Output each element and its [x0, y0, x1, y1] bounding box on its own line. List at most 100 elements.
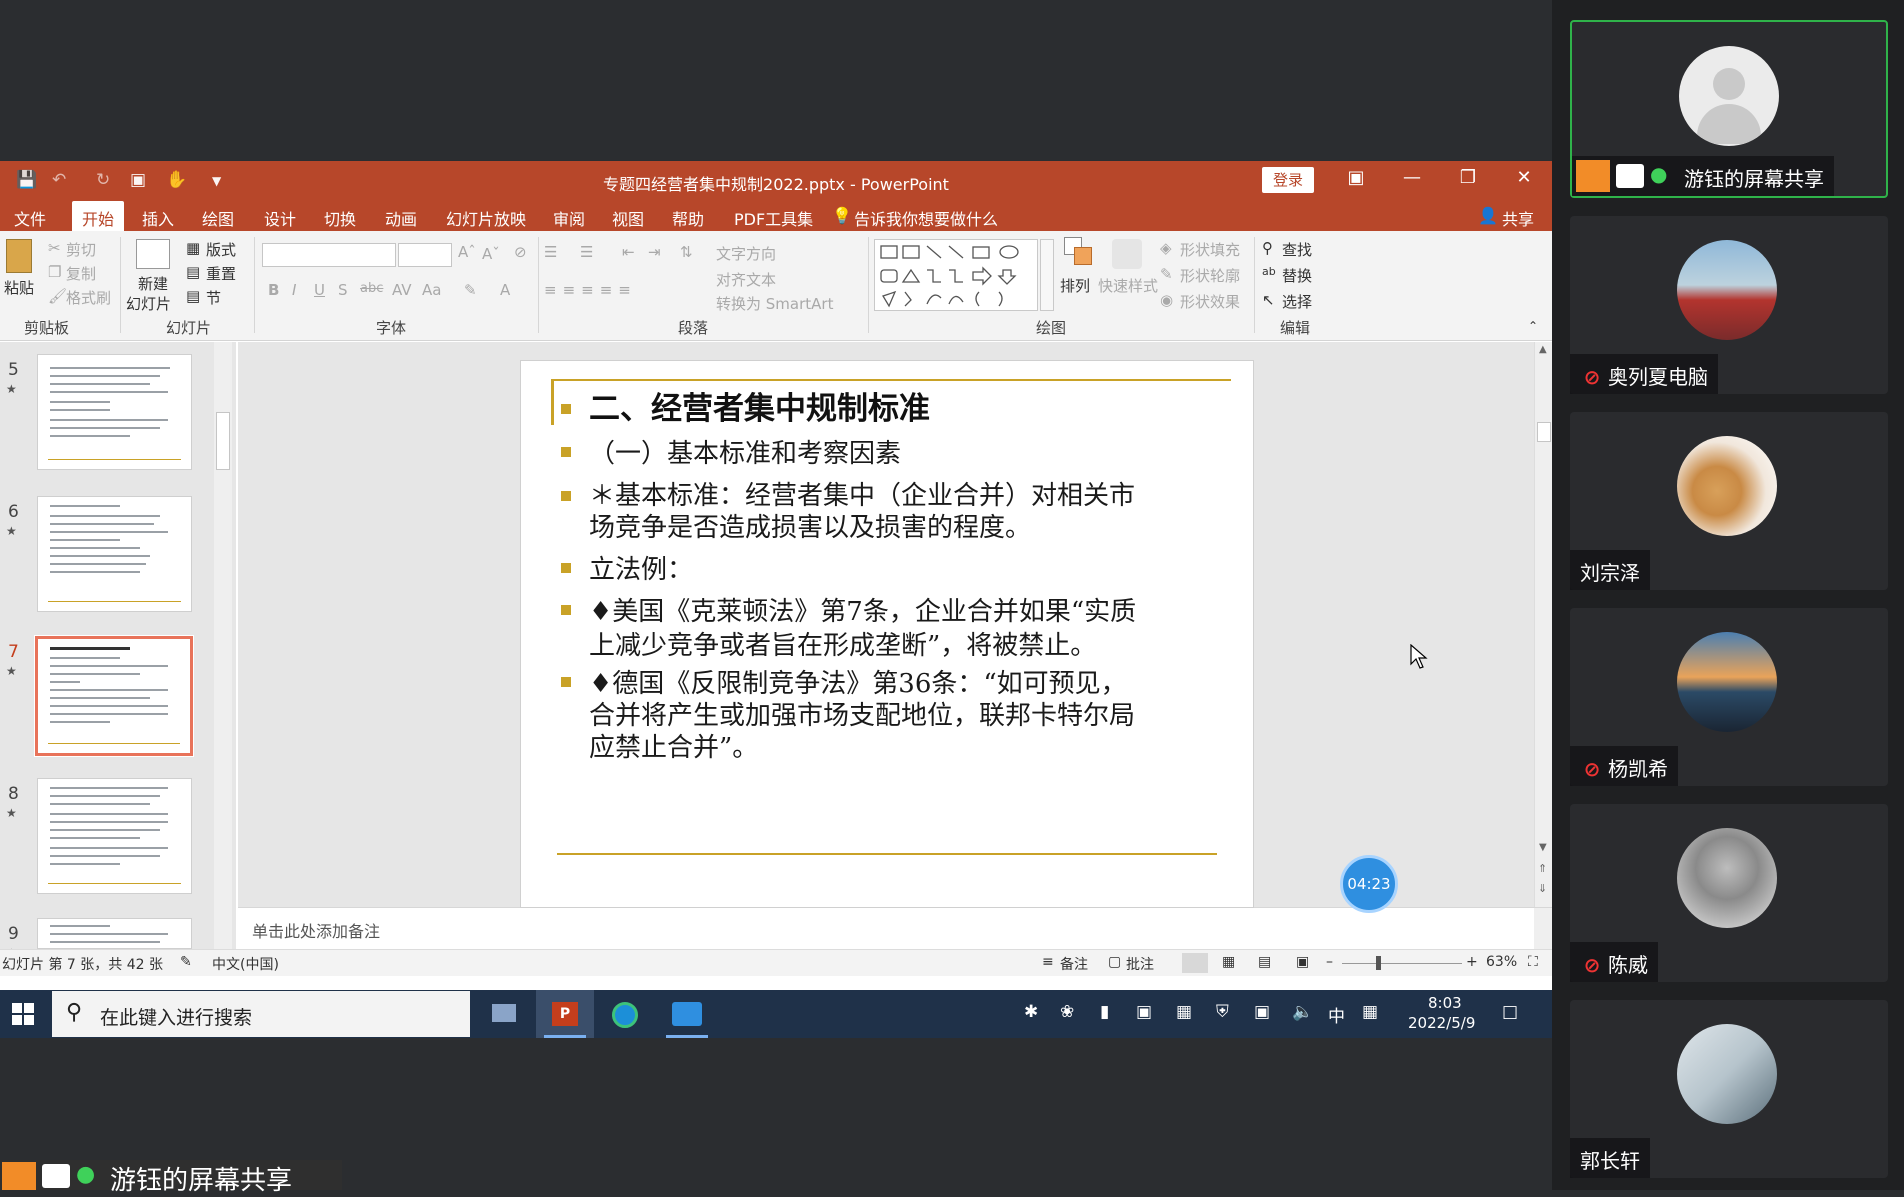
- volume-icon[interactable]: 🔈: [1292, 1002, 1313, 1022]
- scroll-down-icon[interactable]: ▼: [1539, 842, 1547, 853]
- slide-thumbnail-8[interactable]: [37, 778, 192, 894]
- change-case-icon[interactable]: Aa: [422, 281, 441, 299]
- sync-tray-icon[interactable]: ▦: [1176, 1002, 1192, 1022]
- smartart-button[interactable]: 转换为 SmartArt: [716, 293, 833, 314]
- ime-mode-icon[interactable]: ▦: [1362, 1002, 1378, 1022]
- slide-thumbnail-9[interactable]: [37, 918, 192, 949]
- network-icon[interactable]: ▣: [1254, 1002, 1270, 1022]
- taskbar-search[interactable]: ⚲ 在此键入进行搜索: [52, 991, 470, 1037]
- shape-outline-icon[interactable]: ✎: [1160, 265, 1173, 283]
- ribbon-display-icon[interactable]: ▣: [1336, 167, 1376, 188]
- shadow-button[interactable]: S: [338, 281, 348, 299]
- reading-view-icon[interactable]: ▤: [1258, 954, 1271, 970]
- ime-indicator[interactable]: 中: [1328, 1002, 1345, 1027]
- participant-tile[interactable]: 郭长轩: [1570, 1000, 1888, 1178]
- prev-slide-icon[interactable]: ⇑: [1538, 862, 1547, 875]
- comments-button[interactable]: 批注: [1126, 954, 1154, 974]
- line-spacing-icon[interactable]: ⇅: [680, 243, 693, 261]
- reset-button[interactable]: 重置: [206, 263, 236, 284]
- login-button[interactable]: 登录: [1262, 167, 1314, 193]
- arrange-icon[interactable]: [1064, 237, 1094, 267]
- bluetooth-icon[interactable]: ✱: [1024, 1002, 1038, 1022]
- zoom-slider-handle[interactable]: [1376, 956, 1381, 970]
- notification-icon[interactable]: □: [1502, 1002, 1518, 1022]
- increase-indent-icon[interactable]: ⇥: [648, 243, 661, 261]
- close-icon[interactable]: ✕: [1504, 167, 1544, 188]
- tab-help[interactable]: 帮助: [672, 206, 704, 230]
- tab-animations[interactable]: 动画: [385, 206, 417, 230]
- shapes-gallery-scroll[interactable]: [1040, 239, 1054, 311]
- notes-pane[interactable]: 单击此处添加备注: [238, 907, 1552, 950]
- tell-me-search[interactable]: 告诉我你想要做什么: [854, 206, 998, 230]
- tab-home[interactable]: 开始: [72, 201, 125, 231]
- fit-slide-icon[interactable]: ⛶: [1528, 954, 1538, 970]
- numbering-icon[interactable]: ☰: [580, 243, 593, 261]
- normal-view-icon[interactable]: [1182, 953, 1208, 973]
- new-slide-button-2[interactable]: 幻灯片: [126, 293, 171, 314]
- next-slide-icon[interactable]: ⇓: [1538, 882, 1547, 895]
- section-button[interactable]: 节: [206, 287, 221, 308]
- slide-thumbnail-7-selected[interactable]: [34, 635, 194, 757]
- new-slide-icon[interactable]: [136, 239, 170, 269]
- share-button[interactable]: 共享: [1502, 206, 1534, 230]
- underline-button[interactable]: U: [314, 281, 325, 299]
- windows-start-icon[interactable]: [12, 1003, 34, 1025]
- zoom-out-icon[interactable]: –: [1326, 954, 1333, 970]
- participant-tile[interactable]: ⊘ 奥列夏电脑: [1570, 216, 1888, 394]
- zoom-level[interactable]: 63%: [1486, 954, 1517, 970]
- security-shield-icon[interactable]: ⛨: [1216, 1002, 1229, 1022]
- tab-design[interactable]: 设计: [264, 206, 296, 230]
- participant-tile[interactable]: 刘宗泽: [1570, 412, 1888, 590]
- slide-thumbnail-6[interactable]: [37, 496, 192, 612]
- slideshow-icon[interactable]: ▣: [1296, 954, 1309, 970]
- language-indicator[interactable]: 中文(中国): [212, 954, 279, 974]
- participant-tile[interactable]: ⊘ 杨凯希: [1570, 608, 1888, 786]
- replace-icon[interactable]: ab: [1262, 265, 1276, 278]
- restore-icon[interactable]: ❐: [1448, 167, 1488, 188]
- slide-scrollbar[interactable]: ▲ ▼ ⇑ ⇓: [1534, 342, 1552, 907]
- layout-icon[interactable]: ▦: [186, 239, 200, 257]
- tab-file[interactable]: 文件: [14, 206, 46, 230]
- quick-styles-icon[interactable]: [1112, 239, 1142, 269]
- shapes-gallery[interactable]: [874, 239, 1038, 311]
- clock-time[interactable]: 8:03: [1428, 994, 1462, 1012]
- meeting-app-icon[interactable]: [658, 990, 716, 1038]
- scroll-up-icon[interactable]: ▲: [1539, 344, 1547, 355]
- char-spacing-icon[interactable]: AV: [392, 281, 412, 299]
- zoom-slider[interactable]: [1342, 963, 1462, 964]
- thumbnails-scrollbar[interactable]: [214, 342, 232, 949]
- font-size-input[interactable]: [398, 243, 452, 267]
- align-text-button[interactable]: 对齐文本: [716, 269, 776, 290]
- minimize-icon[interactable]: —: [1392, 167, 1432, 188]
- strikethrough-button[interactable]: abc: [360, 281, 383, 296]
- format-painter-icon[interactable]: 🖌: [48, 287, 67, 305]
- shape-fill-icon[interactable]: ◈: [1160, 239, 1172, 257]
- edge-browser-icon[interactable]: [596, 990, 654, 1038]
- slide-thumbnail-5[interactable]: [37, 354, 192, 470]
- find-button[interactable]: 查找: [1282, 239, 1312, 260]
- bold-button[interactable]: B: [268, 281, 279, 299]
- collapse-ribbon-icon[interactable]: ⌃: [1528, 319, 1538, 333]
- shape-outline-button[interactable]: 形状轮廓: [1180, 265, 1240, 286]
- spellcheck-icon[interactable]: ✎: [180, 954, 192, 970]
- slide-canvas[interactable]: 二、经营者集中规制标准 （一）基本标准和考察因素 ＊基本标准：经营者集中（企业合…: [520, 360, 1254, 908]
- shape-fill-button[interactable]: 形状填充: [1180, 239, 1240, 260]
- tab-review[interactable]: 审阅: [553, 206, 585, 230]
- notes-scrollbar[interactable]: [1534, 908, 1552, 950]
- paste-icon[interactable]: [6, 239, 32, 273]
- participant-tile[interactable]: ⊘ 陈威: [1570, 804, 1888, 982]
- copy-icon[interactable]: ❐: [48, 263, 61, 281]
- notes-toggle-button[interactable]: 备注: [1060, 954, 1088, 974]
- new-slide-button[interactable]: 新建: [138, 273, 168, 294]
- select-button[interactable]: 选择: [1282, 291, 1312, 312]
- meeting-tray-icon[interactable]: ▣: [1136, 1002, 1152, 1022]
- tab-insert[interactable]: 插入: [142, 206, 174, 230]
- clock-date[interactable]: 2022/5/9: [1408, 1014, 1475, 1032]
- scroll-thumb[interactable]: [216, 412, 230, 470]
- replace-button[interactable]: 替换: [1282, 265, 1312, 286]
- italic-button[interactable]: I: [292, 281, 296, 299]
- format-painter-button[interactable]: 格式刷: [66, 287, 111, 308]
- align-icons[interactable]: ≡≡≡≡≡: [544, 281, 637, 299]
- select-icon[interactable]: ↖: [1262, 291, 1275, 309]
- tab-pdf[interactable]: PDF工具集: [734, 206, 813, 230]
